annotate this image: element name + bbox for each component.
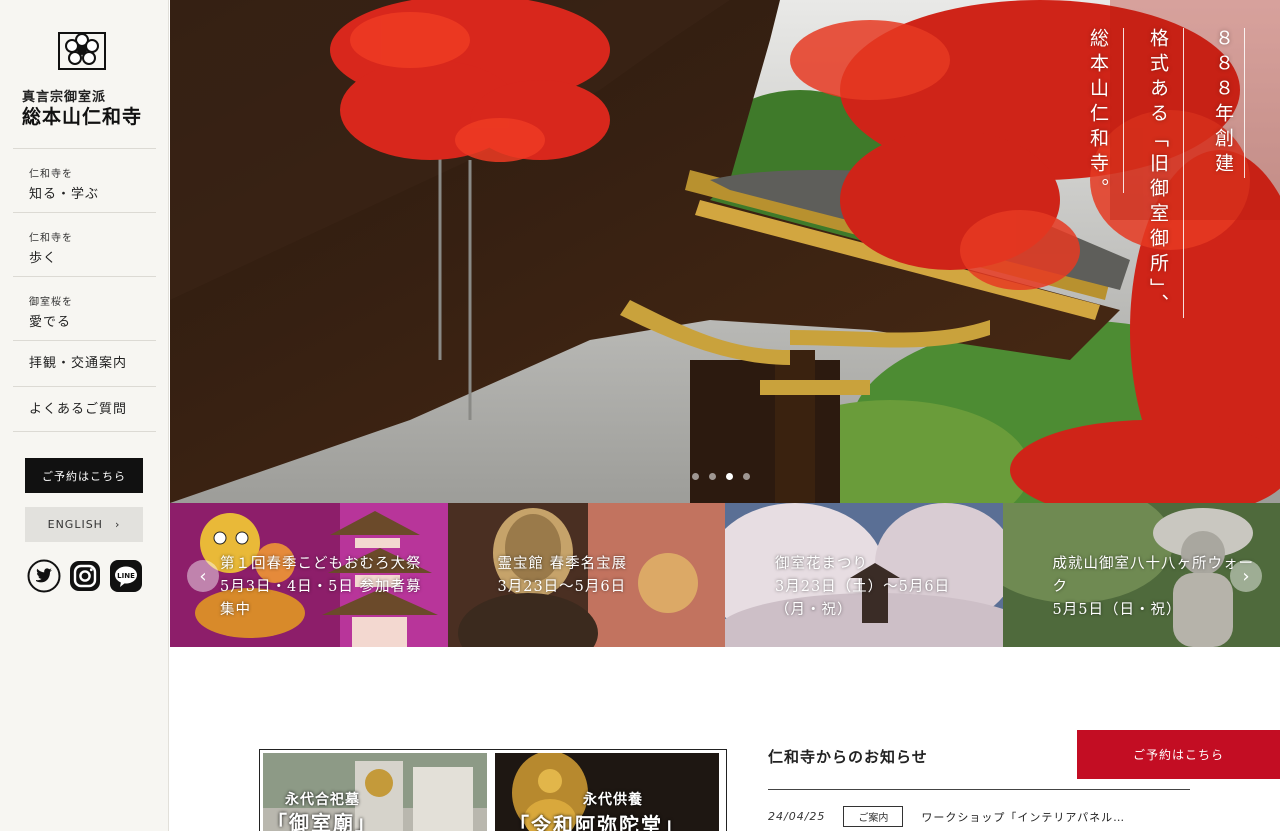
event-card[interactable]: 霊宝館 春季名宝展 3月23日〜5月6日 (447, 503, 725, 647)
sidebar: 真言宗御室派 総本山仁和寺 仁和寺を 知る・学ぶ 仁和寺を 歩く 御室桜を 愛で… (0, 0, 169, 831)
hero-tagline-line-1: ８８８年創建 (1212, 28, 1234, 178)
news-divider (768, 789, 1190, 790)
main-nav: 仁和寺を 知る・学ぶ 仁和寺を 歩く 御室桜を 愛でる 拝観・交通案内 よくある… (13, 148, 156, 432)
slide-indicator (692, 473, 750, 480)
instagram-icon[interactable] (68, 559, 102, 593)
event-date: 3月23日〜5月6日 (497, 579, 627, 595)
twitter-icon[interactable] (27, 559, 61, 593)
event-date: 5月5日（日・祝） (1052, 602, 1182, 618)
slide-dot[interactable] (692, 473, 699, 480)
nav-item-learn[interactable]: 仁和寺を 知る・学ぶ (13, 148, 156, 212)
banner-omuro-byo[interactable]: 永代合祀墓 「御室廟」 (263, 753, 487, 831)
event-date: （月・祝） (775, 602, 853, 618)
event-title: 御室花まつり (775, 556, 868, 572)
carousel-prev-button[interactable]: ‹ (187, 560, 219, 592)
hero-divider (1123, 28, 1124, 193)
hero-divider (1244, 28, 1245, 178)
line-icon-text: LINE (117, 572, 135, 580)
nav-item-sublabel: 仁和寺を (29, 233, 73, 244)
nav-item-walk[interactable]: 仁和寺を 歩く (13, 212, 156, 276)
nav-item-label: 拝観・交通案内 (29, 356, 128, 371)
slide-dot[interactable] (709, 473, 716, 480)
english-button[interactable]: ENGLISH › (25, 507, 143, 542)
banner-reiwa-amidado[interactable]: 永代供養 「令和阿弥陀堂」 (495, 753, 719, 831)
reserve-button-sidebar[interactable]: ご予約はこちら (25, 458, 143, 493)
english-label: ENGLISH (47, 518, 103, 531)
event-carousel: 第１回春季こどもおむろ大祭 5月3日・4日・5日 参加者募 集中 霊宝館 春季名… (170, 503, 1280, 647)
banner-label: 永代合祀墓 (285, 792, 360, 808)
reserve-button-main[interactable]: ご予約はこちら (1077, 730, 1280, 779)
news-category-badge: ご案内 (843, 806, 904, 827)
slide-dot[interactable] (743, 473, 750, 480)
news-item[interactable]: 24/04/25 ご案内 ワークショップ「インテリアパネル… (768, 806, 1125, 827)
banner-title: 「令和阿弥陀堂」 (509, 813, 685, 831)
chevron-right-icon: › (114, 518, 121, 531)
memorial-banners: 永代合祀墓 「御室廟」 永代供養 「令和阿弥陀堂」 (259, 749, 727, 831)
nav-item-label: 歩く (29, 251, 58, 266)
hero-tagline-line-2: 格式ある「旧御室御所」、 (1147, 28, 1169, 319)
temple-name[interactable]: 総本山仁和寺 (22, 102, 142, 129)
nav-item-label: よくあるご質問 (29, 402, 128, 417)
nav-item-cherry[interactable]: 御室桜を 愛でる (13, 276, 156, 340)
event-text: 御室花まつり 3月23日（土）〜5月6日 （月・祝） (775, 553, 995, 622)
hero-slideshow[interactable]: ８８８年創建 格式ある「旧御室御所」、 総本山仁和寺。 (170, 0, 1280, 503)
banner-title: 「御室廟」 (267, 811, 377, 831)
news-title: ワークショップ「インテリアパネル… (921, 810, 1126, 824)
nav-item-sublabel: 御室桜を (29, 297, 73, 308)
temple-crest-logo[interactable] (58, 30, 106, 72)
hero-tagline-line-3: 総本山仁和寺。 (1087, 28, 1109, 203)
event-card[interactable]: 御室花まつり 3月23日（土）〜5月6日 （月・祝） (725, 503, 1003, 647)
news-date: 24/04/25 (768, 810, 826, 823)
event-title: 第１回春季こどもおむろ大祭 (220, 556, 422, 572)
nav-item-faq[interactable]: よくあるご質問 (13, 386, 156, 432)
event-date: 集中 (220, 602, 251, 618)
banner-label: 永代供養 (583, 792, 643, 808)
slide-dot-active[interactable] (726, 473, 733, 480)
nav-item-label: 愛でる (29, 315, 72, 330)
nav-item-sublabel: 仁和寺を (29, 169, 73, 180)
social-links: LINE (27, 559, 143, 593)
news-heading: 仁和寺からのお知らせ (768, 748, 928, 766)
nav-item-label: 知る・学ぶ (29, 187, 100, 202)
event-date: 5月3日・4日・5日 参加者募 (220, 579, 422, 595)
event-text: 第１回春季こどもおむろ大祭 5月3日・4日・5日 参加者募 集中 (220, 553, 440, 622)
hero-image (170, 0, 1280, 503)
event-text: 霊宝館 春季名宝展 3月23日〜5月6日 (498, 553, 718, 599)
event-date: 3月23日（土）〜5月6日 (775, 579, 951, 595)
hero-divider (1183, 28, 1184, 318)
line-icon[interactable]: LINE (109, 559, 143, 593)
carousel-next-button[interactable]: › (1230, 560, 1262, 592)
nav-item-access[interactable]: 拝観・交通案内 (13, 340, 156, 386)
event-title: 霊宝館 春季名宝展 (497, 556, 628, 572)
